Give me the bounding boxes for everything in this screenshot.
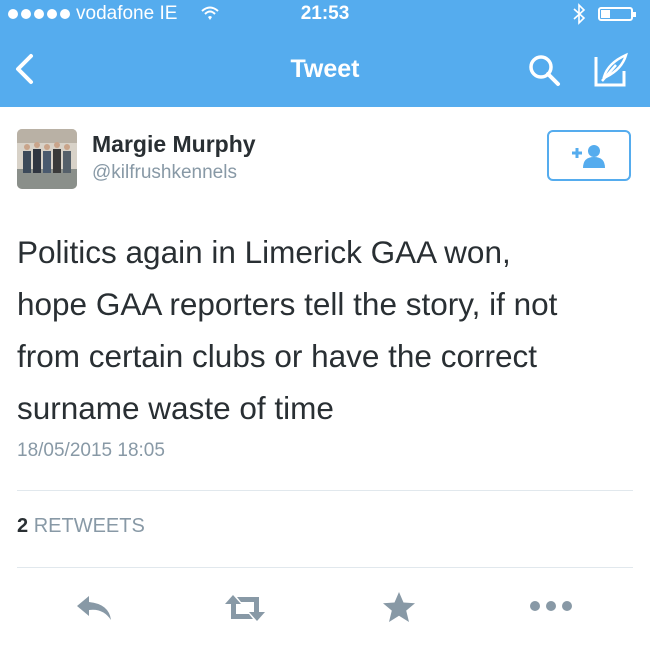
- tweet-timestamp: 18/05/2015 18:05: [17, 440, 165, 461]
- more-icon[interactable]: [527, 598, 575, 614]
- divider: [17, 490, 633, 491]
- follow-button[interactable]: [547, 130, 631, 181]
- top-header: vodafone IE 21:53 Tweet: [0, 0, 650, 107]
- reply-icon[interactable]: [73, 592, 115, 624]
- author-name[interactable]: Margie Murphy: [92, 131, 256, 158]
- retweet-count: 2: [17, 515, 29, 537]
- retweet-label: RETWEETS: [33, 515, 145, 537]
- add-user-icon: [572, 145, 605, 168]
- author-handle[interactable]: @kilfrushkennels: [92, 162, 237, 184]
- compose-icon[interactable]: [592, 51, 630, 89]
- tweet-text-line: surname waste of time: [17, 390, 334, 426]
- bluetooth-icon: [573, 3, 586, 25]
- retweet-stats[interactable]: 2 RETWEETS: [17, 515, 145, 538]
- status-time: 21:53: [300, 3, 350, 24]
- tweet-text: Politics again in Limerick GAA won, hope…: [17, 226, 637, 434]
- divider: [17, 567, 633, 568]
- favorite-icon[interactable]: [381, 590, 417, 624]
- tweet-text-line: from certain clubs or have the correct: [17, 338, 537, 374]
- status-bar: vodafone IE 21:53: [0, 0, 650, 30]
- avatar-photo-icon: [17, 129, 77, 189]
- retweet-icon[interactable]: [221, 592, 269, 624]
- avatar[interactable]: [17, 129, 77, 189]
- search-icon[interactable]: [527, 53, 561, 87]
- battery-icon: [598, 7, 636, 21]
- tweet-text-line: Politics again in Limerick GAA won,: [17, 234, 511, 270]
- tweet-text-line: hope GAA reporters tell the story, if no…: [17, 286, 558, 322]
- tweet-actions: [0, 588, 650, 628]
